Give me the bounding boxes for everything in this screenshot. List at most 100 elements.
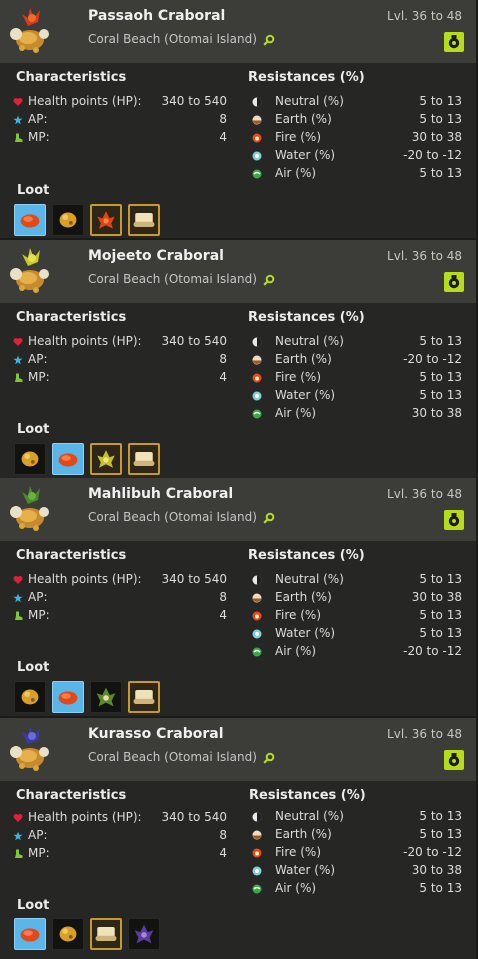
monster-card: Kurasso Craboral Coral Beach (Otomai Isl… bbox=[0, 718, 476, 959]
res-water: Water (%) 5 to 13 bbox=[252, 388, 462, 405]
loot-item-purple-flower[interactable] bbox=[128, 918, 160, 950]
stat-hp: Health points (HP): 340 to 540 bbox=[13, 94, 227, 111]
location-magnifier-icon[interactable] bbox=[263, 274, 275, 286]
air-element-icon bbox=[252, 647, 262, 657]
monster-card: Passaoh Craboral Coral Beach (Otomai Isl… bbox=[0, 0, 476, 238]
loot-item-red-coral[interactable] bbox=[14, 204, 46, 236]
loot-item-parchment-scroll[interactable] bbox=[90, 918, 122, 950]
res-value: 5 to 13 bbox=[419, 370, 462, 384]
res-water: Water (%) 5 to 13 bbox=[252, 626, 462, 643]
earth-element-icon bbox=[252, 115, 262, 125]
res-air: Air (%) 5 to 13 bbox=[252, 881, 462, 898]
res-earth: Earth (%) 30 to 38 bbox=[252, 590, 462, 607]
res-air: Air (%) -20 to -12 bbox=[252, 644, 462, 661]
heart-icon bbox=[13, 338, 23, 346]
res-value: -20 to -12 bbox=[403, 644, 462, 658]
fight-button[interactable] bbox=[444, 32, 464, 52]
heart-icon bbox=[13, 814, 23, 822]
earth-element-icon bbox=[252, 830, 262, 840]
stat-hp: Health points (HP): 340 to 540 bbox=[13, 810, 227, 827]
location-magnifier-icon[interactable] bbox=[263, 752, 275, 764]
water-element-icon bbox=[252, 391, 262, 401]
loot-item-craboral-claw[interactable] bbox=[14, 681, 46, 713]
res-value: -20 to -12 bbox=[403, 148, 462, 162]
loot-item-yellow-flower[interactable] bbox=[90, 443, 122, 475]
green-flower-icon bbox=[96, 687, 116, 707]
loot-title: Loot bbox=[17, 422, 50, 437]
res-earth: Earth (%) -20 to -12 bbox=[252, 352, 462, 369]
fight-button[interactable] bbox=[444, 750, 464, 770]
stat-label: Health points (HP): bbox=[28, 334, 142, 348]
res-label: Fire (%) bbox=[275, 845, 321, 859]
stat-label: MP: bbox=[28, 608, 50, 622]
fire-element-icon bbox=[252, 611, 262, 621]
boot-icon bbox=[15, 849, 23, 858]
loot-item-craboral-claw[interactable] bbox=[52, 204, 84, 236]
loot-item-red-flower[interactable] bbox=[90, 204, 122, 236]
stat-mp: MP: 4 bbox=[13, 608, 227, 625]
res-value: 5 to 13 bbox=[419, 572, 462, 586]
fight-button[interactable] bbox=[444, 510, 464, 530]
water-element-icon bbox=[252, 151, 262, 161]
res-label: Earth (%) bbox=[275, 112, 332, 126]
res-label: Neutral (%) bbox=[275, 94, 344, 108]
monster-level: Lvl. 36 to 48 bbox=[387, 487, 462, 501]
neutral-element-icon bbox=[252, 812, 262, 822]
res-earth: Earth (%) 5 to 13 bbox=[252, 827, 462, 844]
stat-mp: MP: 4 bbox=[13, 130, 227, 147]
location-magnifier-icon[interactable] bbox=[263, 34, 275, 46]
res-air: Air (%) 5 to 13 bbox=[252, 166, 462, 183]
stat-label: AP: bbox=[28, 590, 48, 604]
characteristics-title: Characteristics bbox=[16, 548, 127, 563]
red-coral-icon bbox=[58, 691, 78, 705]
res-fire: Fire (%) 30 to 38 bbox=[252, 130, 462, 147]
loot-item-craboral-claw[interactable] bbox=[14, 443, 46, 475]
res-value: 5 to 13 bbox=[419, 388, 462, 402]
fight-button[interactable] bbox=[444, 272, 464, 292]
neutral-element-icon bbox=[252, 337, 262, 347]
res-label: Earth (%) bbox=[275, 590, 332, 604]
loot-item-craboral-claw[interactable] bbox=[52, 918, 84, 950]
air-element-icon bbox=[252, 169, 262, 179]
loot-item-parchment-scroll[interactable] bbox=[128, 204, 160, 236]
monster-area[interactable]: Coral Beach (Otomai Island) bbox=[88, 510, 275, 524]
loot-item-parchment-scroll[interactable] bbox=[128, 443, 160, 475]
monster-header: Kurasso Craboral Coral Beach (Otomai Isl… bbox=[0, 718, 476, 781]
heart-icon bbox=[13, 576, 23, 584]
resistances-title: Resistances (%) bbox=[248, 548, 365, 563]
res-label: Neutral (%) bbox=[275, 334, 344, 348]
loot-item-red-coral[interactable] bbox=[52, 443, 84, 475]
loot-item-red-coral[interactable] bbox=[14, 918, 46, 950]
fight-icon bbox=[448, 753, 460, 767]
stat-ap: AP: 8 bbox=[13, 112, 227, 129]
res-label: Fire (%) bbox=[275, 608, 321, 622]
location-magnifier-icon[interactable] bbox=[263, 512, 275, 524]
res-fire: Fire (%) 5 to 13 bbox=[252, 608, 462, 625]
res-value: 5 to 13 bbox=[419, 608, 462, 622]
monster-area[interactable]: Coral Beach (Otomai Island) bbox=[88, 272, 275, 286]
monster-area[interactable]: Coral Beach (Otomai Island) bbox=[88, 32, 275, 46]
loot-item-red-coral[interactable] bbox=[52, 681, 84, 713]
craboral-blue-icon bbox=[10, 726, 49, 771]
craboral-yellow-icon bbox=[10, 248, 49, 293]
monster-header: Mojeeto Craboral Coral Beach (Otomai Isl… bbox=[0, 240, 476, 303]
res-air: Air (%) 30 to 38 bbox=[252, 406, 462, 423]
monster-area[interactable]: Coral Beach (Otomai Island) bbox=[88, 750, 275, 764]
fight-icon bbox=[448, 275, 460, 289]
red-coral-icon bbox=[58, 453, 78, 467]
stat-label: MP: bbox=[28, 130, 50, 144]
monster-header: Passaoh Craboral Coral Beach (Otomai Isl… bbox=[0, 0, 476, 63]
stat-label: Health points (HP): bbox=[28, 810, 142, 824]
neutral-element-icon bbox=[252, 97, 262, 107]
res-value: 5 to 13 bbox=[419, 166, 462, 180]
res-value: 5 to 13 bbox=[419, 626, 462, 640]
parchment-scroll-icon bbox=[95, 927, 117, 941]
res-label: Fire (%) bbox=[275, 130, 321, 144]
craboral-claw-icon bbox=[21, 689, 39, 705]
res-value: 5 to 13 bbox=[419, 881, 462, 895]
res-fire: Fire (%) 5 to 13 bbox=[252, 370, 462, 387]
loot-item-green-flower[interactable] bbox=[90, 681, 122, 713]
loot-item-parchment-scroll[interactable] bbox=[128, 681, 160, 713]
area-label: Coral Beach (Otomai Island) bbox=[88, 272, 257, 286]
characteristics-title: Characteristics bbox=[16, 310, 127, 325]
